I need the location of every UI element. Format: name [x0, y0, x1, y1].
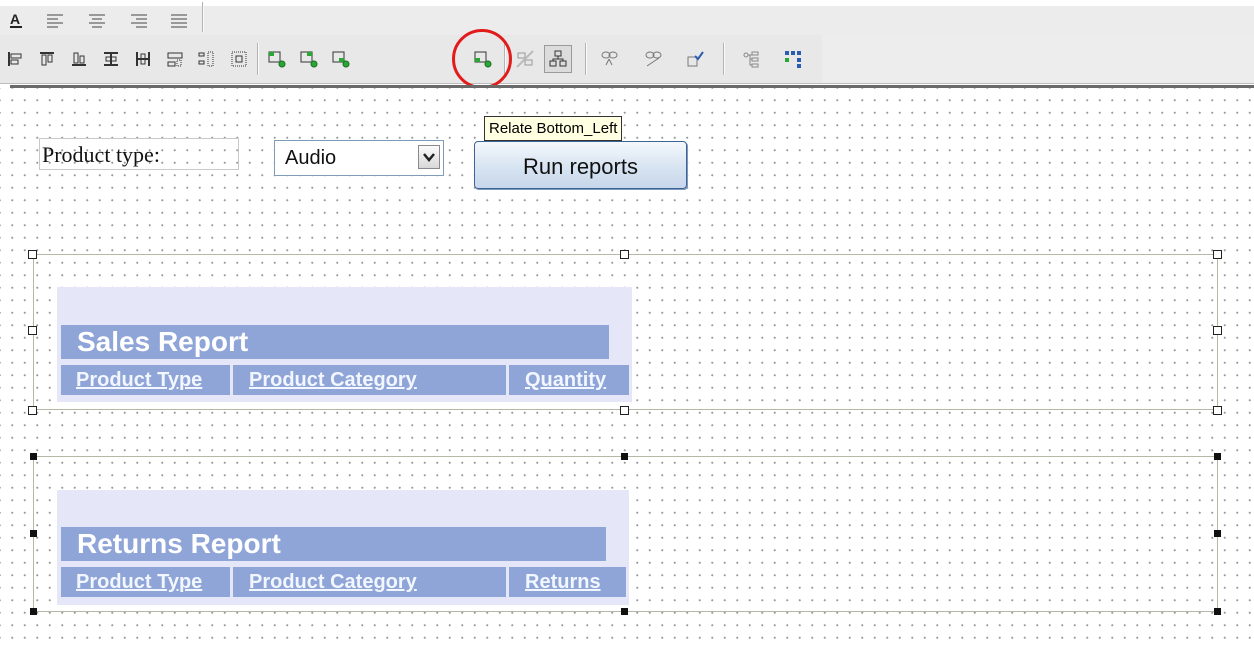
distribute-horizontal-icon — [231, 51, 247, 67]
relate-grid-button[interactable] — [544, 45, 572, 73]
layout-grid-icon — [785, 51, 801, 68]
toolbar-separator — [257, 43, 259, 75]
disconnect-button[interactable] — [640, 46, 666, 72]
distribute-horizontal-button[interactable] — [226, 46, 252, 72]
resize-handle-bottom-left[interactable] — [30, 608, 37, 615]
resize-handle-right[interactable] — [1213, 326, 1222, 335]
returns-column-returns[interactable]: Returns — [509, 567, 626, 597]
align-tops-icon — [40, 52, 54, 66]
align-right-button[interactable] — [126, 7, 152, 33]
relate-bottom-right-button[interactable] — [328, 46, 354, 72]
resize-handle-bottom-left[interactable] — [28, 406, 37, 415]
resize-handle-top[interactable] — [620, 250, 629, 259]
resize-handle-bottom[interactable] — [620, 406, 629, 415]
sales-column-product-type[interactable]: Product Type — [61, 365, 230, 395]
resize-handle-bottom[interactable] — [621, 608, 628, 615]
product-type-label: Product type: — [39, 138, 239, 170]
highlight-circle — [452, 29, 512, 89]
tree-view-button[interactable] — [738, 46, 764, 72]
resize-handle-top-left[interactable] — [30, 453, 37, 460]
connection-properties-icon — [687, 51, 704, 67]
toolbar-separator — [723, 43, 725, 75]
dropdown-button[interactable] — [418, 145, 440, 169]
svg-text:A: A — [10, 11, 20, 27]
sales-report-title: Sales Report — [61, 325, 609, 359]
resize-handle-left[interactable] — [28, 326, 37, 335]
toolbar-area: A — [0, 0, 1254, 89]
relate-grid-icon — [549, 50, 567, 67]
tooltip: Relate Bottom_Left — [484, 116, 623, 141]
center-vertical-icon — [104, 52, 118, 66]
relate-top-left-icon — [268, 51, 286, 68]
align-bottoms-icon — [72, 52, 86, 66]
align-left-icon — [47, 14, 63, 28]
resize-handle-top[interactable] — [621, 453, 628, 460]
resize-handle-right[interactable] — [1214, 530, 1221, 537]
returns-report-title: Returns Report — [61, 527, 606, 561]
align-left-edges-button[interactable] — [2, 46, 28, 72]
align-center-icon — [89, 14, 105, 28]
layout-grid-button[interactable] — [780, 46, 806, 72]
unrelate-icon — [516, 50, 534, 68]
disconnect-icon — [645, 51, 662, 67]
connect-icon — [601, 51, 618, 66]
resize-handle-bottom-right[interactable] — [1213, 406, 1222, 415]
align-left-button[interactable] — [42, 7, 68, 33]
distribute-vertical-button[interactable] — [194, 46, 220, 72]
justify-button[interactable] — [166, 7, 192, 33]
resize-handle-top-right[interactable] — [1213, 250, 1222, 259]
align-center-button[interactable] — [84, 7, 110, 33]
resize-handle-bottom-right[interactable] — [1214, 608, 1221, 615]
align-middle-icon — [167, 52, 183, 67]
formatting-toolbar: A — [0, 2, 1254, 36]
distribute-vertical-icon — [198, 51, 214, 67]
connection-properties-button[interactable] — [682, 46, 708, 72]
justify-icon — [171, 14, 187, 28]
resize-handle-left[interactable] — [30, 530, 37, 537]
align-left-edges-icon — [8, 52, 22, 66]
returns-column-product-type[interactable]: Product Type — [61, 567, 230, 597]
run-reports-button[interactable]: Run reports — [474, 141, 687, 189]
relate-top-right-icon — [300, 51, 318, 68]
center-horizontal-button[interactable] — [130, 46, 156, 72]
connect-button[interactable] — [596, 46, 622, 72]
toolbar-empty-area — [822, 35, 1254, 84]
align-bottoms-button[interactable] — [66, 46, 92, 72]
align-tops-button[interactable] — [34, 46, 60, 72]
relate-top-left-button[interactable] — [264, 46, 290, 72]
font-color-icon: A — [10, 11, 22, 28]
layout-toolbar — [0, 35, 823, 84]
align-right-icon — [131, 14, 147, 28]
relate-top-right-button[interactable] — [296, 46, 322, 72]
align-middle-button[interactable] — [162, 46, 188, 72]
resize-handle-top-right[interactable] — [1214, 453, 1221, 460]
chevron-down-icon — [423, 153, 435, 162]
toolbar-separator — [202, 2, 204, 32]
select-value: Audio — [285, 147, 337, 169]
relate-bottom-right-icon — [332, 51, 350, 68]
sales-column-quantity[interactable]: Quantity — [509, 365, 629, 395]
tree-view-icon — [743, 51, 759, 68]
center-horizontal-icon — [136, 52, 150, 66]
center-vertical-button[interactable] — [98, 46, 124, 72]
returns-column-product-category[interactable]: Product Category — [233, 567, 506, 597]
sales-column-product-category[interactable]: Product Category — [233, 365, 506, 395]
product-type-select[interactable]: Audio — [274, 140, 444, 176]
unrelate-button[interactable] — [512, 46, 538, 72]
resize-handle-top-left[interactable] — [28, 250, 37, 259]
toolbar-separator — [585, 43, 587, 75]
font-color-button[interactable]: A — [4, 7, 30, 33]
